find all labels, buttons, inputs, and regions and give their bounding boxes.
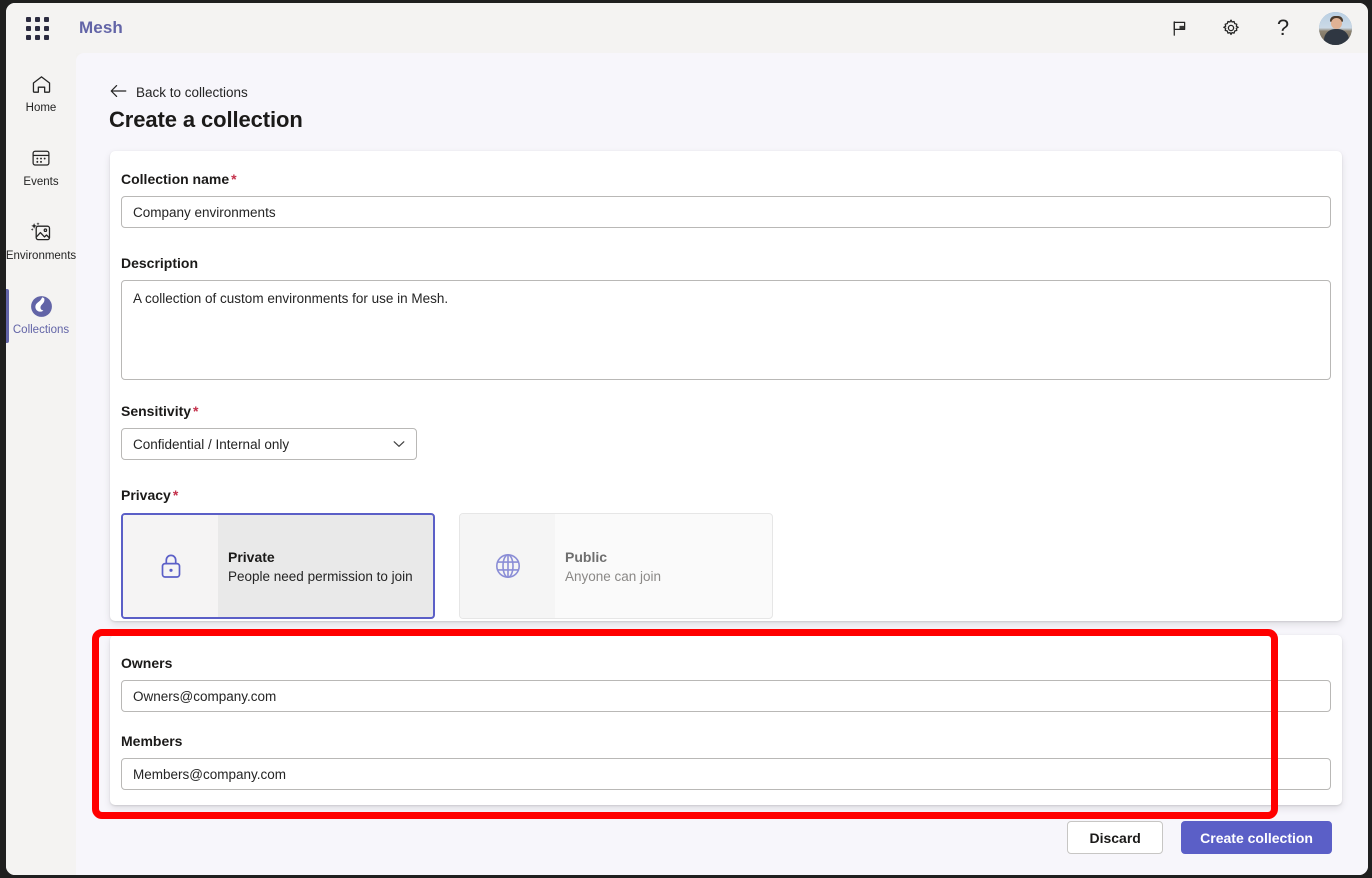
create-collection-button[interactable]: Create collection <box>1181 821 1332 854</box>
description-label: Description <box>121 255 1331 271</box>
sensitivity-field-group: Sensitivity* Confidential / Internal onl… <box>121 403 417 460</box>
privacy-option-title: Public <box>565 549 772 565</box>
sensitivity-label: Sensitivity* <box>121 403 417 419</box>
sidebar-item-collections[interactable]: Collections <box>6 283 76 345</box>
brand-title[interactable]: Mesh <box>79 18 123 38</box>
sidebar-item-label: Events <box>23 176 58 189</box>
sidebar-item-home[interactable]: Home <box>6 61 76 123</box>
required-marker: * <box>173 487 178 503</box>
members-input[interactable] <box>121 758 1331 790</box>
home-icon <box>28 71 54 97</box>
sidebar-item-label: Home <box>26 102 57 115</box>
members-field-group: Members <box>121 733 1331 790</box>
privacy-option-private[interactable]: Private People need permission to join <box>121 513 435 619</box>
collection-name-input[interactable] <box>121 196 1331 228</box>
gear-icon[interactable] <box>1215 12 1247 44</box>
app-window: Mesh ? <box>6 3 1368 875</box>
collections-icon <box>28 293 54 319</box>
required-marker: * <box>193 403 198 419</box>
privacy-option-title: Private <box>228 549 433 565</box>
required-marker: * <box>231 171 236 187</box>
back-link-label: Back to collections <box>136 85 248 100</box>
privacy-option-subtitle: People need permission to join <box>228 569 433 584</box>
avatar[interactable] <box>1319 12 1352 45</box>
privacy-option-public-body: Public Anyone can join <box>555 514 772 618</box>
sensitivity-select[interactable]: Confidential / Internal only <box>121 428 417 460</box>
sidebar-item-environments[interactable]: Environments <box>6 209 76 271</box>
description-textarea[interactable] <box>121 280 1331 380</box>
flag-icon[interactable] <box>1163 12 1195 44</box>
owners-label: Owners <box>121 655 1331 671</box>
arrow-left-icon <box>110 84 127 101</box>
description-field-group: Description <box>121 255 1331 385</box>
screenshot-root: Mesh ? <box>0 0 1372 878</box>
sidebar-item-label: Environments <box>6 250 76 263</box>
globe-icon <box>460 514 555 618</box>
collection-name-label: Collection name* <box>121 171 1331 187</box>
top-bar: Mesh ? <box>6 3 1368 53</box>
page-title: Create a collection <box>109 107 303 133</box>
collection-details-card: Collection name* Description Sensitivity… <box>110 151 1342 621</box>
people-card: Owners Members <box>110 635 1342 805</box>
sidebar-item-label: Collections <box>13 324 69 337</box>
main-content: Back to collections Create a collection … <box>76 53 1368 875</box>
image-sparkle-icon <box>28 219 54 245</box>
privacy-label: Privacy* <box>121 487 773 503</box>
collection-name-field-group: Collection name* <box>121 171 1331 228</box>
members-label: Members <box>121 733 1331 749</box>
discard-button[interactable]: Discard <box>1067 821 1163 854</box>
lock-icon <box>123 515 218 617</box>
privacy-option-private-body: Private People need permission to join <box>218 515 433 617</box>
help-glyph: ? <box>1277 17 1289 39</box>
sensitivity-selected-value: Confidential / Internal only <box>133 437 289 452</box>
owners-field-group: Owners <box>121 655 1331 712</box>
calendar-icon <box>28 145 54 171</box>
privacy-field-group: Privacy* Pr <box>121 487 773 619</box>
sensitivity-select-wrap: Confidential / Internal only <box>121 428 417 460</box>
back-to-collections-link[interactable]: Back to collections <box>110 84 248 101</box>
privacy-option-subtitle: Anyone can join <box>565 569 772 584</box>
owners-input[interactable] <box>121 680 1331 712</box>
help-icon[interactable]: ? <box>1267 12 1299 44</box>
privacy-option-public[interactable]: Public Anyone can join <box>459 513 773 619</box>
sidebar-item-events[interactable]: Events <box>6 135 76 197</box>
form-actions: Discard Create collection <box>1067 821 1332 854</box>
left-nav-rail: Home Events <box>6 53 76 875</box>
app-launcher-icon[interactable] <box>22 13 52 43</box>
privacy-options: Private People need permission to join <box>121 513 773 619</box>
top-bar-actions: ? <box>1163 12 1368 45</box>
